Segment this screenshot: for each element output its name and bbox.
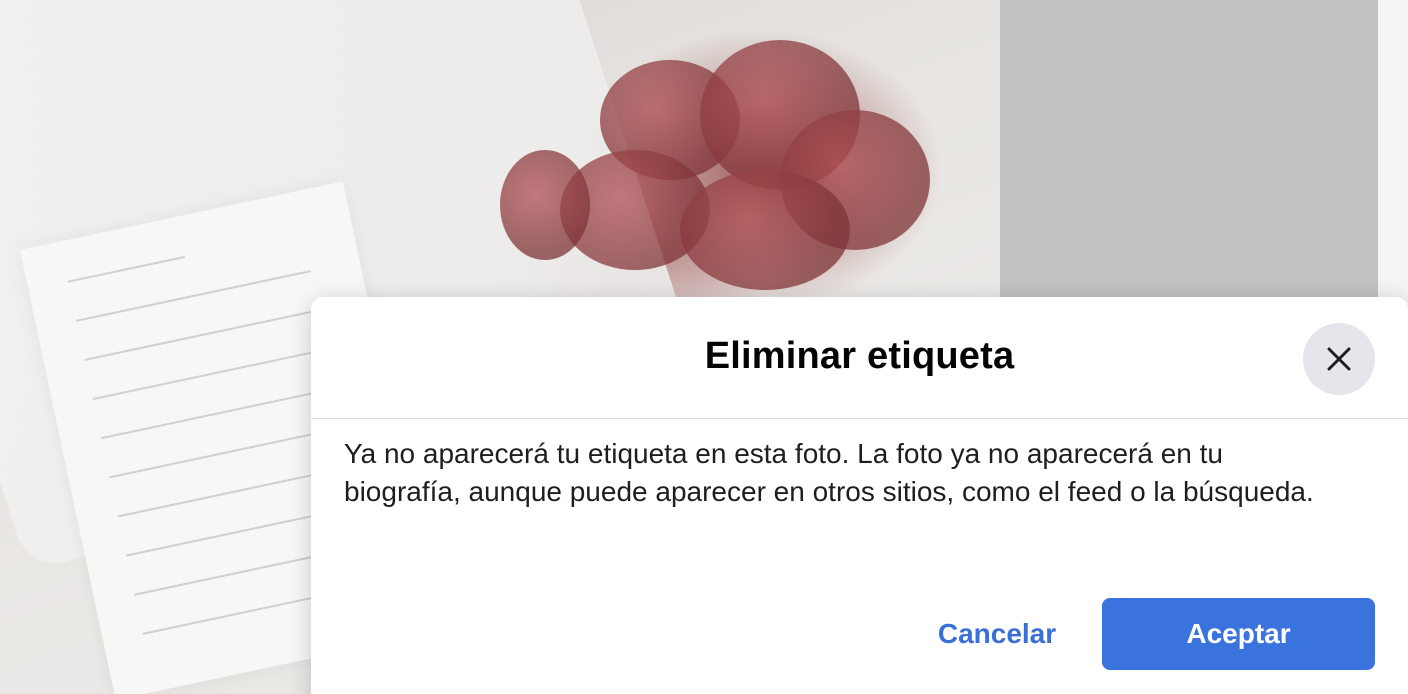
close-icon (1327, 347, 1351, 371)
dialog-header: Eliminar etiqueta (311, 297, 1408, 419)
close-button[interactable] (1303, 323, 1375, 395)
photo-rose (500, 150, 590, 260)
photo-rose (680, 170, 850, 290)
dialog-title: Eliminar etiqueta (704, 335, 1015, 377)
dialog-footer: Cancelar Aceptar (311, 598, 1408, 670)
accept-button[interactable]: Aceptar (1102, 598, 1375, 670)
cancel-button[interactable]: Cancelar (911, 598, 1083, 670)
remove-tag-dialog: Eliminar etiqueta Ya no aparecerá tu eti… (311, 297, 1408, 694)
screen: Eliminar etiqueta Ya no aparecerá tu eti… (0, 0, 1408, 694)
dialog-message: Ya no aparecerá tu etiqueta en esta foto… (344, 438, 1314, 507)
